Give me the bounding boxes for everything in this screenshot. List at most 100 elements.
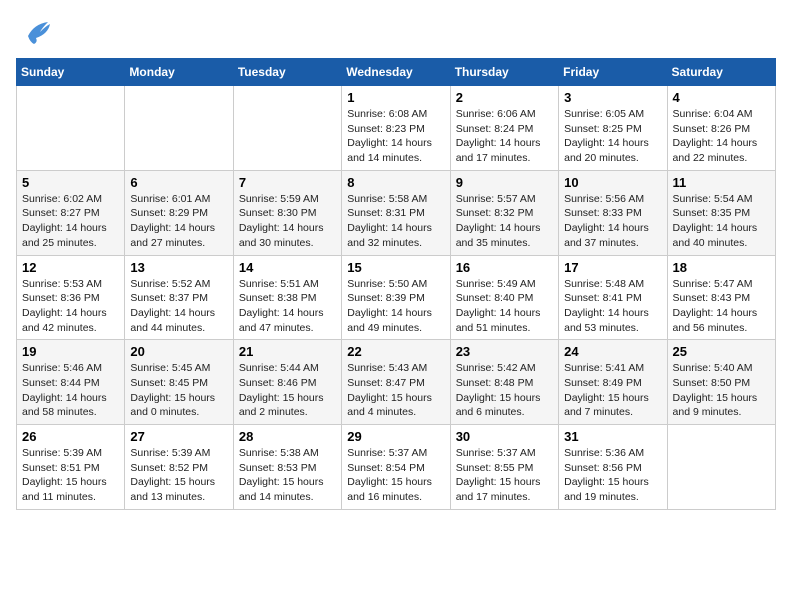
day-number: 7 <box>239 175 336 190</box>
calendar-header-row: SundayMondayTuesdayWednesdayThursdayFrid… <box>17 59 776 86</box>
day-info: Sunrise: 6:08 AMSunset: 8:23 PMDaylight:… <box>347 107 444 166</box>
page-header <box>16 16 776 48</box>
calendar-cell: 18 Sunrise: 5:47 AMSunset: 8:43 PMDayligh… <box>667 255 775 340</box>
day-number: 18 <box>673 260 770 275</box>
calendar-cell: 6Sunrise: 6:01 AMSunset: 8:29 PMDaylight… <box>125 170 233 255</box>
day-info: Sunrise: 5:56 AMSunset: 8:33 PMDaylight:… <box>564 192 661 251</box>
day-info: Sunrise: 5:37 AMSunset: 8:55 PMDaylight:… <box>456 446 553 505</box>
day-info: Sunrise: 5:58 AMSunset: 8:31 PMDaylight:… <box>347 192 444 251</box>
day-info: Sunrise: 5:41 AMSunset: 8:49 PMDaylight:… <box>564 361 661 420</box>
day-number: 22 <box>347 344 444 359</box>
day-number: 13 <box>130 260 227 275</box>
day-info: Sunrise: 5:45 AMSunset: 8:45 PMDaylight:… <box>130 361 227 420</box>
calendar-cell: 22 Sunrise: 5:43 AMSunset: 8:47 PMDayligh… <box>342 340 450 425</box>
day-info: Sunrise: 5:40 AMSunset: 8:50 PMDaylight:… <box>673 361 770 420</box>
calendar-table: SundayMondayTuesdayWednesdayThursdayFrid… <box>16 58 776 510</box>
calendar-cell: 28Sunrise: 5:38 AMSunset: 8:53 PMDayligh… <box>233 425 341 510</box>
day-info: Sunrise: 5:48 AMSunset: 8:41 PMDaylight:… <box>564 277 661 336</box>
calendar-cell: 17 Sunrise: 5:48 AMSunset: 8:41 PMDayligh… <box>559 255 667 340</box>
day-number: 27 <box>130 429 227 444</box>
day-info: Sunrise: 5:36 AMSunset: 8:56 PMDaylight:… <box>564 446 661 505</box>
day-info: Sunrise: 5:53 AMSunset: 8:36 PMDaylight:… <box>22 277 119 336</box>
logo <box>16 16 52 48</box>
calendar-cell <box>667 425 775 510</box>
day-number: 17 <box>564 260 661 275</box>
calendar-cell: 15 Sunrise: 5:50 AMSunset: 8:39 PMDayligh… <box>342 255 450 340</box>
day-number: 9 <box>456 175 553 190</box>
day-info: Sunrise: 5:39 AMSunset: 8:52 PMDaylight:… <box>130 446 227 505</box>
day-number: 16 <box>456 260 553 275</box>
calendar-cell: 5 Sunrise: 6:02 AMSunset: 8:27 PMDaylight… <box>17 170 125 255</box>
calendar-cell: 11 Sunrise: 5:54 AMSunset: 8:35 PMDayligh… <box>667 170 775 255</box>
day-info: Sunrise: 5:57 AMSunset: 8:32 PMDaylight:… <box>456 192 553 251</box>
day-info: Sunrise: 6:05 AMSunset: 8:25 PMDaylight:… <box>564 107 661 166</box>
day-number: 25 <box>673 344 770 359</box>
day-header-sunday: Sunday <box>17 59 125 86</box>
calendar-cell: 3Sunrise: 6:05 AMSunset: 8:25 PMDaylight… <box>559 86 667 171</box>
day-info: Sunrise: 5:54 AMSunset: 8:35 PMDaylight:… <box>673 192 770 251</box>
day-number: 1 <box>347 90 444 105</box>
day-header-wednesday: Wednesday <box>342 59 450 86</box>
calendar-cell: 19Sunrise: 5:46 AMSunset: 8:44 PMDayligh… <box>17 340 125 425</box>
day-number: 23 <box>456 344 553 359</box>
calendar-cell <box>125 86 233 171</box>
day-info: Sunrise: 6:06 AMSunset: 8:24 PMDaylight:… <box>456 107 553 166</box>
day-info: Sunrise: 5:47 AMSunset: 8:43 PMDaylight:… <box>673 277 770 336</box>
day-number: 31 <box>564 429 661 444</box>
calendar-cell: 29 Sunrise: 5:37 AMSunset: 8:54 PMDayligh… <box>342 425 450 510</box>
calendar-cell: 25 Sunrise: 5:40 AMSunset: 8:50 PMDayligh… <box>667 340 775 425</box>
day-number: 26 <box>22 429 119 444</box>
calendar-cell <box>233 86 341 171</box>
calendar-cell: 31 Sunrise: 5:36 AMSunset: 8:56 PMDayligh… <box>559 425 667 510</box>
day-info: Sunrise: 5:44 AMSunset: 8:46 PMDaylight:… <box>239 361 336 420</box>
day-header-tuesday: Tuesday <box>233 59 341 86</box>
calendar-cell: 30 Sunrise: 5:37 AMSunset: 8:55 PMDayligh… <box>450 425 558 510</box>
day-number: 20 <box>130 344 227 359</box>
day-number: 14 <box>239 260 336 275</box>
day-header-friday: Friday <box>559 59 667 86</box>
day-info: Sunrise: 5:43 AMSunset: 8:47 PMDaylight:… <box>347 361 444 420</box>
day-number: 11 <box>673 175 770 190</box>
day-info: Sunrise: 5:51 AMSunset: 8:38 PMDaylight:… <box>239 277 336 336</box>
calendar-cell: 13 Sunrise: 5:52 AMSunset: 8:37 PMDayligh… <box>125 255 233 340</box>
day-info: Sunrise: 5:39 AMSunset: 8:51 PMDaylight:… <box>22 446 119 505</box>
day-info: Sunrise: 5:52 AMSunset: 8:37 PMDaylight:… <box>130 277 227 336</box>
calendar-cell: 1 Sunrise: 6:08 AMSunset: 8:23 PMDaylight… <box>342 86 450 171</box>
day-info: Sunrise: 5:49 AMSunset: 8:40 PMDaylight:… <box>456 277 553 336</box>
day-number: 8 <box>347 175 444 190</box>
day-info: Sunrise: 6:02 AMSunset: 8:27 PMDaylight:… <box>22 192 119 251</box>
day-number: 5 <box>22 175 119 190</box>
calendar-week-row: 5 Sunrise: 6:02 AMSunset: 8:27 PMDaylight… <box>17 170 776 255</box>
day-info: Sunrise: 5:42 AMSunset: 8:48 PMDaylight:… <box>456 361 553 420</box>
day-header-saturday: Saturday <box>667 59 775 86</box>
day-info: Sunrise: 5:50 AMSunset: 8:39 PMDaylight:… <box>347 277 444 336</box>
day-info: Sunrise: 5:37 AMSunset: 8:54 PMDaylight:… <box>347 446 444 505</box>
day-number: 30 <box>456 429 553 444</box>
calendar-week-row: 1 Sunrise: 6:08 AMSunset: 8:23 PMDaylight… <box>17 86 776 171</box>
calendar-cell: 4Sunrise: 6:04 AMSunset: 8:26 PMDaylight… <box>667 86 775 171</box>
day-number: 12 <box>22 260 119 275</box>
calendar-cell: 8 Sunrise: 5:58 AMSunset: 8:31 PMDaylight… <box>342 170 450 255</box>
calendar-cell: 27 Sunrise: 5:39 AMSunset: 8:52 PMDayligh… <box>125 425 233 510</box>
day-number: 10 <box>564 175 661 190</box>
calendar-cell: 16 Sunrise: 5:49 AMSunset: 8:40 PMDayligh… <box>450 255 558 340</box>
logo-bird-icon <box>20 16 52 48</box>
day-header-thursday: Thursday <box>450 59 558 86</box>
calendar-week-row: 19Sunrise: 5:46 AMSunset: 8:44 PMDayligh… <box>17 340 776 425</box>
day-info: Sunrise: 6:04 AMSunset: 8:26 PMDaylight:… <box>673 107 770 166</box>
day-number: 24 <box>564 344 661 359</box>
day-info: Sunrise: 6:01 AMSunset: 8:29 PMDaylight:… <box>130 192 227 251</box>
calendar-cell: 23 Sunrise: 5:42 AMSunset: 8:48 PMDayligh… <box>450 340 558 425</box>
day-number: 29 <box>347 429 444 444</box>
calendar-week-row: 26 Sunrise: 5:39 AMSunset: 8:51 PMDayligh… <box>17 425 776 510</box>
calendar-cell: 24 Sunrise: 5:41 AMSunset: 8:49 PMDayligh… <box>559 340 667 425</box>
day-number: 15 <box>347 260 444 275</box>
calendar-cell: 9 Sunrise: 5:57 AMSunset: 8:32 PMDaylight… <box>450 170 558 255</box>
calendar-cell: 20 Sunrise: 5:45 AMSunset: 8:45 PMDayligh… <box>125 340 233 425</box>
calendar-cell: 10 Sunrise: 5:56 AMSunset: 8:33 PMDayligh… <box>559 170 667 255</box>
calendar-cell: 2 Sunrise: 6:06 AMSunset: 8:24 PMDaylight… <box>450 86 558 171</box>
calendar-cell <box>17 86 125 171</box>
day-number: 19 <box>22 344 119 359</box>
day-number: 2 <box>456 90 553 105</box>
calendar-cell: 14 Sunrise: 5:51 AMSunset: 8:38 PMDayligh… <box>233 255 341 340</box>
